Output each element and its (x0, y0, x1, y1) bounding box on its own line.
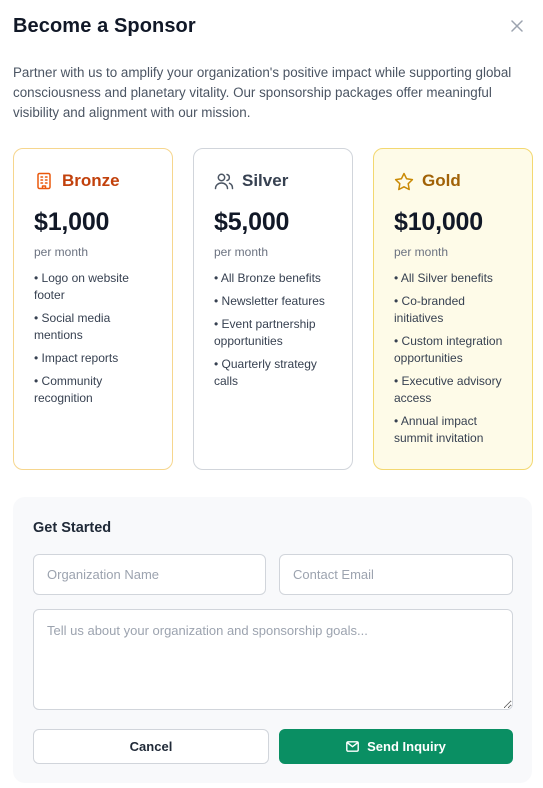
benefit-item: • Community recognition (34, 374, 103, 405)
tier-name: Gold (422, 171, 461, 190)
tier-name: Bronze (62, 171, 120, 190)
dialog-title: Become a Sponsor (13, 15, 196, 37)
benefit-item: • Event partnership opportunities (214, 317, 316, 348)
tier-price: $10,000 (394, 208, 483, 236)
tier-header: Gold (394, 169, 512, 193)
users-icon (214, 171, 234, 191)
benefit-item: • Annual impact summit invitation (394, 414, 484, 445)
benefit-list: • Logo on website footer • Social media … (34, 270, 152, 407)
benefit-item: • Impact reports (34, 351, 119, 365)
tier-card-gold[interactable]: Gold $10,000 per month • All Silver bene… (373, 148, 533, 470)
star-icon (394, 171, 414, 191)
building-icon (34, 171, 54, 191)
benefit-item: • Newsletter features (214, 294, 325, 308)
close-icon[interactable] (509, 18, 525, 34)
tier-period: per month (34, 245, 89, 259)
tier-price: $1,000 (34, 208, 110, 236)
tier-price: $5,000 (214, 208, 290, 236)
benefit-list: • All Bronze benefits • Newsletter featu… (214, 270, 332, 390)
sponsorship-goals-textarea[interactable] (33, 609, 513, 710)
benefit-item: • Co-branded initiatives (394, 294, 465, 325)
benefit-list: • All Silver benefits • Co-branded initi… (394, 270, 512, 447)
tier-period: per month (394, 245, 449, 259)
benefit-item: • All Silver benefits (394, 271, 493, 285)
dialog-intro: Partner with us to amplify your organiza… (13, 65, 512, 120)
organization-name-input[interactable] (33, 554, 266, 595)
tier-header: Bronze (34, 169, 152, 193)
contact-email-input[interactable] (279, 554, 513, 595)
send-inquiry-label: Send Inquiry (367, 739, 446, 754)
mail-icon (346, 741, 360, 752)
tier-header: Silver (214, 169, 332, 193)
benefit-item: • Custom integration opportunities (394, 334, 503, 365)
benefit-item: • Executive advisory access (394, 374, 502, 405)
form-title: Get Started (33, 520, 112, 536)
tier-name: Silver (242, 171, 289, 190)
tier-period: per month (214, 245, 269, 259)
cancel-button[interactable]: Cancel (33, 729, 269, 764)
send-inquiry-button[interactable]: Send Inquiry (279, 729, 513, 764)
benefit-item: • Logo on website footer (34, 271, 129, 302)
inquiry-form: Get Started Cancel Send Inquiry (13, 497, 532, 783)
benefit-item: • All Bronze benefits (214, 271, 321, 285)
tier-card-silver[interactable]: Silver $5,000 per month • All Bronze ben… (193, 148, 353, 470)
benefit-item: • Social media mentions (34, 311, 111, 342)
benefit-item: • Quarterly strategy calls (214, 357, 317, 388)
tier-card-bronze[interactable]: Bronze $1,000 per month • Logo on websit… (13, 148, 173, 470)
cancel-button-label: Cancel (129, 739, 173, 754)
